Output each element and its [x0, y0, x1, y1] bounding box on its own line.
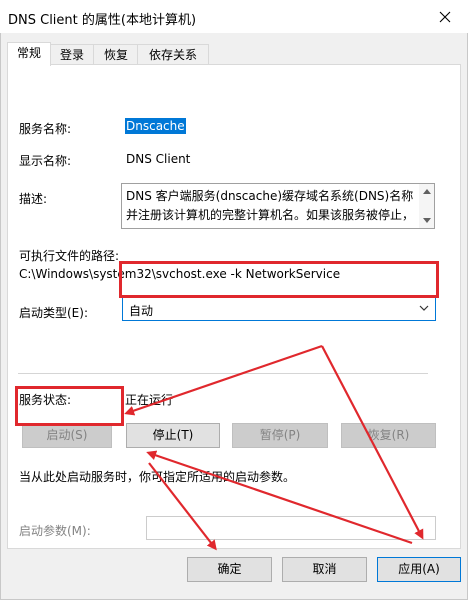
description-scrollbar[interactable]: [419, 184, 434, 228]
title-bar: DNS Client 的属性(本地计算机): [0, 0, 468, 34]
tab-dependencies[interactable]: 依存关系: [137, 44, 209, 65]
startup-type-value: 自动: [129, 304, 154, 318]
start-params-input[interactable]: [146, 516, 436, 540]
start-params-label: 启动参数(M):: [19, 524, 91, 538]
service-name-value[interactable]: Dnscache: [125, 118, 186, 134]
exe-path-value: C:\Windows\system32\svchost.exe -k Netwo…: [19, 267, 341, 281]
scroll-up-icon[interactable]: [423, 189, 431, 194]
start-button[interactable]: 启动(S): [22, 423, 112, 448]
resume-button[interactable]: 恢复(R): [341, 423, 436, 448]
chevron-down-icon: [419, 305, 429, 311]
ok-button[interactable]: 确定: [187, 557, 272, 582]
section-divider: [18, 373, 428, 374]
service-status-label: 服务状态:: [19, 393, 72, 407]
startup-type-select[interactable]: 自动: [122, 297, 436, 321]
display-name-label: 显示名称:: [19, 154, 72, 168]
apply-button[interactable]: 应用(A): [377, 557, 461, 582]
description-text: DNS 客户端服务(dnscache)缓存域名系统(DNS)名称并注册该计算机的…: [126, 189, 415, 222]
pause-button[interactable]: 暂停(P): [232, 423, 328, 448]
exe-path-label: 可执行文件的路径:: [19, 249, 120, 263]
cancel-button[interactable]: 取消: [282, 557, 367, 582]
description-label: 描述:: [19, 192, 48, 206]
window-title: DNS Client 的属性(本地计算机): [8, 13, 197, 28]
close-button[interactable]: [422, 0, 468, 33]
start-params-hint: 当从此处启动服务时，你可指定所适用的启动参数。: [19, 470, 296, 484]
tab-logon[interactable]: 登录: [49, 44, 95, 65]
general-panel: 服务名称: Dnscache 显示名称: DNS Client 描述: DNS …: [7, 64, 461, 549]
stop-button[interactable]: 停止(T): [126, 423, 220, 448]
description-box[interactable]: DNS 客户端服务(dnscache)缓存域名系统(DNS)名称并注册该计算机的…: [121, 183, 435, 229]
close-icon: [439, 11, 451, 22]
startup-type-label: 启动类型(E):: [19, 306, 88, 320]
tab-recovery[interactable]: 恢复: [93, 44, 139, 65]
scroll-down-icon[interactable]: [423, 218, 431, 223]
tab-general[interactable]: 常规: [7, 42, 51, 66]
properties-dialog: 常规 登录 恢复 依存关系 服务名称: Dnscache 显示名称: DNS C…: [0, 33, 468, 600]
service-name-label: 服务名称:: [19, 122, 72, 136]
display-name-value: DNS Client: [126, 152, 191, 166]
service-status-value: 正在运行: [125, 393, 174, 407]
